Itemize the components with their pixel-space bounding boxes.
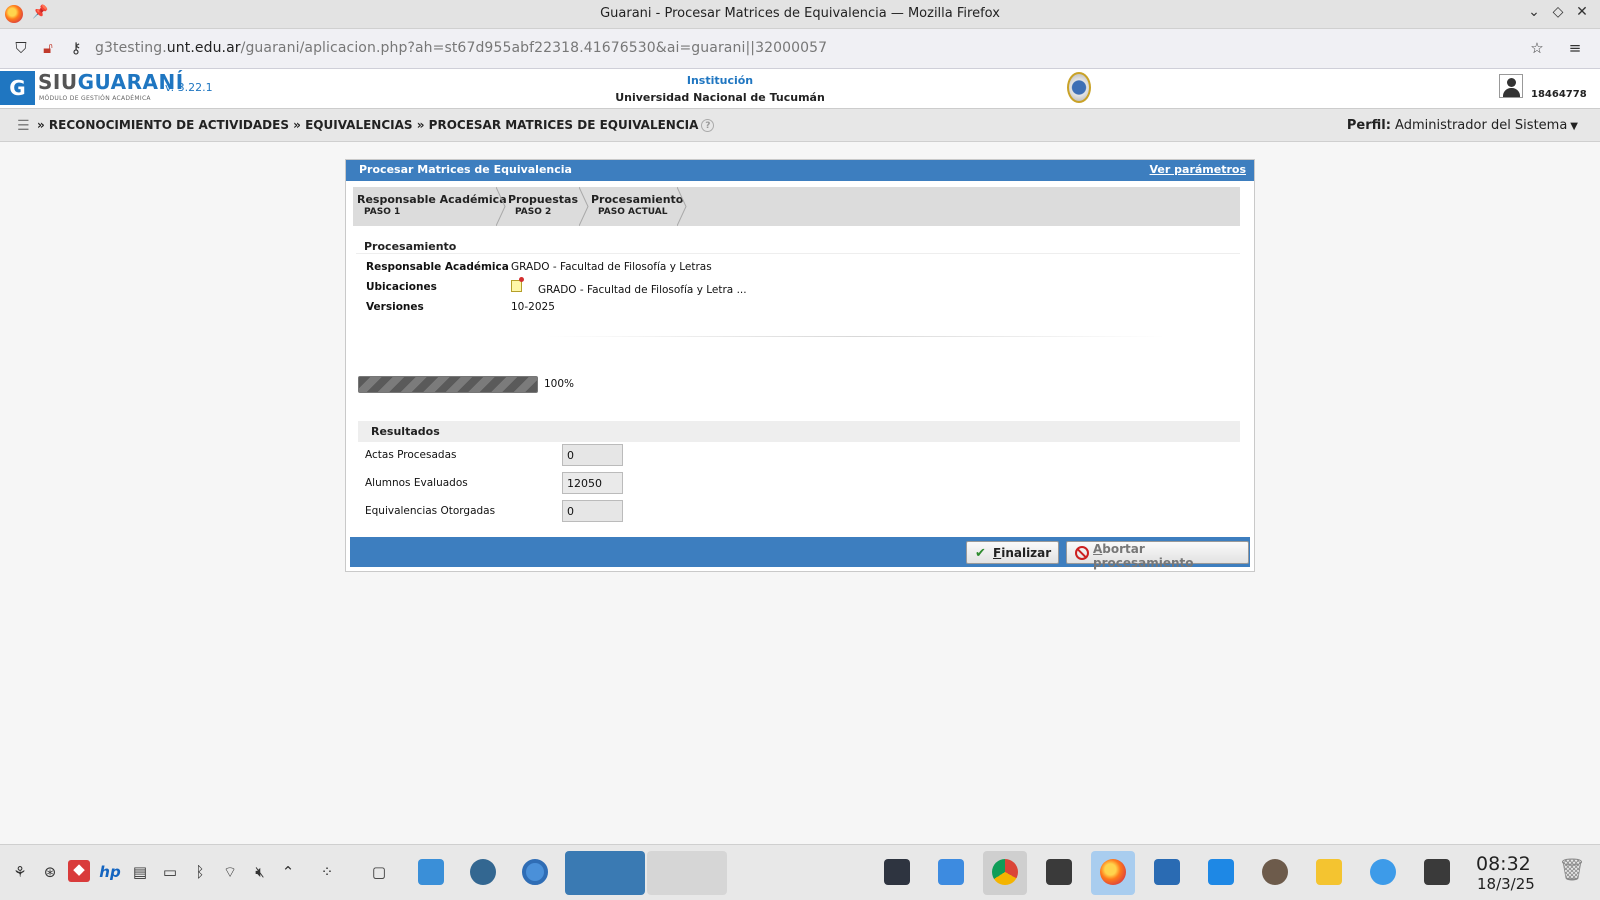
show-desktop-icon[interactable]: ▢ [368,863,390,881]
ubicaciones-value: GRADO - Facultad de Filosofía y Letra ..… [538,284,747,296]
breadcrumb: » RECONOCIMIENTO DE ACTIVIDADES » EQUIVA… [37,118,715,132]
update-icon[interactable]: ⊛ [39,863,61,881]
wifi-icon[interactable]: ⌔ [219,863,241,882]
insecure-lock-icon[interactable]: 🔓︎ [38,39,58,57]
web-app[interactable] [1361,851,1405,895]
note-icon[interactable] [511,277,524,292]
wizard-steps: Responsable Académica PASO 1 Propuestas … [353,187,1240,226]
actas-procesadas-field[interactable] [562,444,623,466]
chrome-app[interactable] [983,851,1027,895]
finalizar-button[interactable]: ✔ Finalizar [966,541,1059,564]
clock-time[interactable]: 08:32 [1476,853,1531,875]
alumnos-evaluados-label: Alumnos Evaluados [365,477,468,489]
step-separator [677,187,687,226]
maximize-icon[interactable]: ◇ [1548,4,1568,20]
step-procesamiento: Procesamiento PASO ACTUAL [591,193,684,217]
discover-app[interactable] [929,851,973,895]
writer-app[interactable] [1145,851,1189,895]
shield-icon[interactable]: ⛉ [11,39,31,57]
chromium-app[interactable] [513,851,557,895]
clock-date[interactable]: 18/3/25 [1477,875,1535,893]
hamburger-menu-icon[interactable]: ≡ [1565,39,1585,57]
browser-navbar: ⛉ 🔓︎ ⚷ g3testing.unt.edu.ar/guarani/apli… [0,29,1600,69]
abortar-procesamiento-button[interactable]: Abortar procesamiento [1066,541,1249,570]
user-avatar[interactable] [1499,74,1523,98]
calculator-app[interactable] [1415,851,1459,895]
responsable-label: Responsable Académica [366,261,509,273]
equivalencias-otorgadas-field[interactable] [562,500,623,522]
tray-expand-icon[interactable]: ⌃ [277,863,299,881]
section-title: Procesamiento [364,240,457,253]
university-seal-icon [1067,72,1091,103]
siu-logo[interactable]: SIUGUARANÍ [38,70,184,94]
hp-icon[interactable]: hp [99,863,121,881]
url-bar[interactable]: g3testing.unt.edu.ar/guarani/aplicacion.… [95,40,827,56]
breadcrumb-bar: ☰ » RECONOCIMIENTO DE ACTIVIDADES » EQUI… [0,109,1600,142]
notes-app[interactable] [1307,851,1351,895]
results-header: Resultados [358,421,1240,442]
panel-title: Procesar Matrices de Equivalencia [359,163,572,176]
checkmark-icon: ✔ [975,546,986,561]
window-preview[interactable] [647,851,727,895]
ubicaciones-label: Ubicaciones [366,281,437,293]
permissions-icon[interactable]: ⚷ [66,39,86,57]
progress-text: 100% [544,378,575,390]
settings-app[interactable] [875,851,919,895]
active-window-preview[interactable] [565,851,645,895]
file-manager-app[interactable] [409,851,453,895]
kde-connect-icon[interactable]: ⁘ [316,863,338,881]
responsable-value: GRADO - Facultad de Filosofía y Letras [511,261,712,273]
alumnos-evaluados-field[interactable] [562,472,623,494]
taskbar: ⚘ ⊛ ◆ hp ▤ ▭ ᛒ ⌔ 🔇︎ ⌃ ⁘ ▢ 08:32 18/3/25 … [0,844,1600,900]
notifications-icon[interactable]: ⚘ [9,863,31,881]
minimize-icon[interactable]: ⌄ [1524,4,1544,20]
caret-down-icon: ▼ [1570,121,1578,132]
institution-name: Universidad Nacional de Tucumán [615,91,825,104]
help-icon[interactable]: ? [701,119,715,132]
bluetooth-icon[interactable]: ᛒ [189,863,211,881]
progress-bar [358,376,538,393]
divider [546,336,1166,337]
institution-label: Institución [686,74,754,87]
close-icon[interactable]: ✕ [1572,4,1592,20]
battery-icon[interactable]: ▭ [159,863,181,881]
dbeaver-app[interactable] [1253,851,1297,895]
panel-header: Procesar Matrices de Equivalencia Ver pa… [346,160,1254,181]
pgadmin-app[interactable] [461,851,505,895]
siu-logo-mark[interactable]: G [0,71,35,105]
panel-footer: ✔ Finalizar Abortar procesamiento [350,537,1250,570]
step-responsable: Responsable Académica PASO 1 [357,193,507,217]
stop-icon [1075,546,1089,560]
versiones-value: 10-2025 [511,301,555,313]
bookmark-star-icon[interactable]: ☆ [1527,39,1547,57]
terminal-app[interactable] [1037,851,1081,895]
main-panel: Procesar Matrices de Equivalencia Ver pa… [345,159,1255,572]
ver-parametros-link[interactable]: Ver parámetros [1150,163,1246,176]
clipboard-icon[interactable]: ▤ [129,863,151,881]
window-title: Guarani - Procesar Matrices de Equivalen… [600,6,1000,21]
user-id: 18464778 [1531,89,1587,100]
perfil-selector[interactable]: Perfil: Administrador del Sistema ▼ [1347,118,1578,133]
logo-subtitle: MÓDULO DE GESTIÓN ACADÉMICA [39,95,151,102]
versiones-label: Versiones [366,301,424,313]
firefox-app[interactable] [1091,851,1135,895]
menu-list-icon[interactable]: ☰ [17,118,30,134]
step-propuestas: Propuestas PASO 2 [508,193,578,217]
section-divider [356,253,1240,254]
equivalencias-otorgadas-label: Equivalencias Otorgadas [365,505,496,517]
actas-procesadas-label: Actas Procesadas [365,449,457,461]
version-label: v. 3.22.1 [165,81,213,94]
volume-muted-icon[interactable]: 🔇︎ [249,863,271,881]
anydesk-icon[interactable]: ◆ [68,860,90,882]
app-header: G SIUGUARANÍ MÓDULO DE GESTIÓN ACADÉMICA… [0,69,1600,109]
vscode-app[interactable] [1199,851,1243,895]
window-titlebar: 📌 Guarani - Procesar Matrices de Equival… [0,0,1600,29]
trash-icon[interactable]: 🗑︎ [1558,858,1586,883]
